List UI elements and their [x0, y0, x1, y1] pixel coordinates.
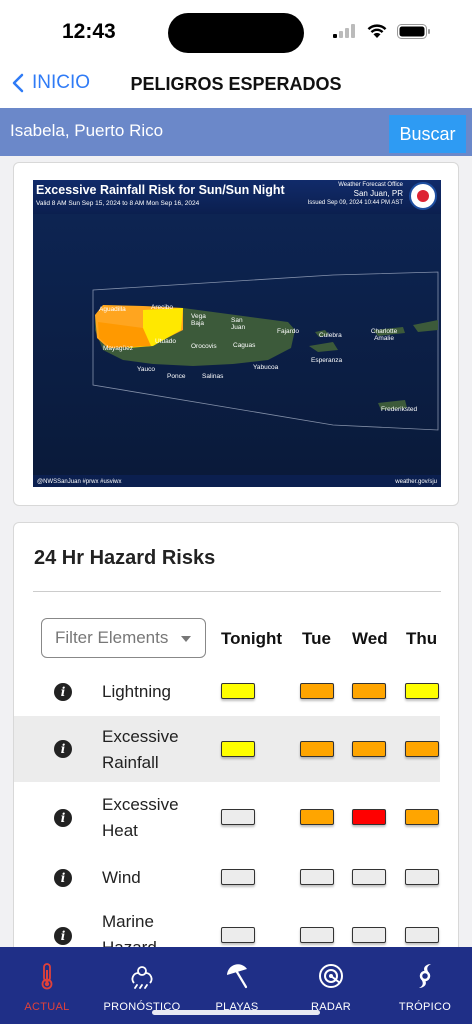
risk-box	[352, 927, 386, 943]
risk-box	[300, 869, 334, 885]
place-label: Esperanza	[311, 357, 343, 364]
risk-box	[405, 683, 439, 699]
risk-box	[221, 869, 255, 885]
forecast-icon	[131, 966, 153, 989]
place-label: Mayagüez	[103, 345, 133, 352]
risk-box	[221, 741, 255, 757]
risk-box	[352, 741, 386, 757]
column-header-thu: Thu	[406, 629, 438, 648]
column-header-wed: Wed	[352, 629, 388, 648]
risk-box	[300, 741, 334, 757]
hazard-label: Excessive Rainfall	[102, 727, 179, 772]
tab-label: ACTUAL	[24, 1001, 70, 1013]
rainfall-risk-map[interactable]: Excessive Rainfall Risk for Sun/Sun Nigh…	[33, 180, 441, 487]
home-indicator	[152, 1010, 320, 1015]
place-label: Utuado	[155, 338, 176, 345]
hazard-label: Excessive Heat	[102, 795, 179, 840]
risk-box	[352, 809, 386, 825]
map-valid-range: Valid 8 AM Sun Sep 15, 2024 to 8 AM Mon …	[36, 200, 200, 207]
place-label: Yauco	[137, 366, 155, 373]
beach-umbrella-icon	[227, 964, 248, 989]
caret-down-icon	[181, 636, 191, 642]
radar-icon	[319, 964, 343, 988]
tab-actual[interactable]: ACTUAL	[10, 947, 84, 1024]
risk-box	[405, 809, 439, 825]
search-button[interactable]: Buscar	[389, 115, 466, 153]
divider	[33, 591, 441, 592]
column-header-tue: Tue	[302, 629, 331, 648]
map-header: Excessive Rainfall Risk for Sun/Sun Nigh…	[33, 180, 441, 214]
status-bar: 12:43	[0, 0, 472, 64]
place-label: Arecibo	[151, 304, 174, 311]
hazard-risks-card: 24 Hr Hazard Risks Filter Elements Tonig…	[13, 522, 459, 962]
risk-box	[405, 869, 439, 885]
hazard-label: Lightning	[102, 682, 172, 701]
wifi-icon	[367, 24, 387, 38]
place-label: Salinas	[202, 373, 224, 380]
place-label: Vega Baja	[191, 313, 206, 327]
info-icon[interactable]: i	[54, 869, 72, 887]
tab-tropico[interactable]: TRÓPICO	[388, 947, 462, 1024]
hurricane-icon	[419, 964, 431, 988]
tab-label: TRÓPICO	[398, 1001, 452, 1013]
map-city: San Juan, PR	[353, 189, 403, 198]
risk-box	[405, 927, 439, 943]
battery-icon	[397, 24, 430, 39]
filter-elements-dropdown[interactable]: Filter Elements	[41, 618, 206, 658]
place-label: Caguas	[233, 342, 256, 349]
hazard-row-lightning: i Lightning	[14, 668, 440, 716]
hazard-label: Wind	[102, 868, 141, 887]
hazard-row-excessive-rainfall: i Excessive Rainfall	[14, 716, 440, 782]
map-title: Excessive Rainfall Risk for Sun/Sun Nigh…	[36, 183, 285, 197]
place-label: Fajardo	[277, 328, 300, 335]
risk-box	[352, 869, 386, 885]
risk-box	[405, 741, 439, 757]
info-icon[interactable]: i	[54, 683, 72, 701]
place-label: Charlotte Amalie	[370, 328, 398, 342]
map-social: @NWSSanJuan #prwx #usviwx	[37, 479, 122, 485]
risk-box	[221, 927, 255, 943]
status-time: 12:43	[62, 20, 116, 43]
risk-box	[221, 809, 255, 825]
cellular-signal-icon	[333, 24, 355, 38]
navigation-bar: INICIO PELIGROS ESPERADOS	[0, 64, 472, 108]
info-icon[interactable]: i	[54, 740, 72, 758]
map-office: Weather Forecast Office	[338, 182, 403, 188]
place-label: Yabucoa	[253, 364, 279, 371]
page-title: PELIGROS ESPERADOS	[130, 74, 342, 94]
map-issued: Issued Sep 09, 2024 10:44 PM AST	[307, 200, 403, 206]
risk-box	[300, 927, 334, 943]
risk-box	[352, 683, 386, 699]
info-icon[interactable]: i	[54, 809, 72, 827]
place-label: Frederiksted	[381, 406, 418, 413]
hazard-risks-title: 24 Hr Hazard Risks	[34, 547, 216, 569]
location-input[interactable]	[10, 121, 370, 141]
place-label: Ponce	[167, 373, 186, 380]
hazard-row-wind: i Wind	[14, 852, 440, 904]
info-icon[interactable]: i	[54, 927, 72, 945]
risk-box	[221, 683, 255, 699]
place-label: Orocovis	[191, 343, 217, 350]
hazard-row-excessive-heat: i Excessive Heat	[14, 782, 440, 852]
place-label: San Juan	[231, 317, 246, 331]
place-label: Aguadilla	[99, 306, 126, 313]
place-label: Culebra	[319, 332, 342, 339]
column-header-tonight: Tonight	[221, 629, 283, 648]
filter-placeholder: Filter Elements	[55, 628, 169, 647]
risk-box	[300, 683, 334, 699]
map-footer: @NWSSanJuan #prwx #usviwx weather.gov/sj…	[33, 475, 441, 487]
dynamic-island	[168, 13, 304, 53]
rainfall-risk-card: Excessive Rainfall Risk for Sun/Sun Nigh…	[13, 162, 459, 506]
map-website: weather.gov/sju	[395, 479, 437, 485]
thermometer-icon	[41, 963, 53, 990]
risk-box	[300, 809, 334, 825]
nws-logo-icon	[409, 182, 437, 210]
